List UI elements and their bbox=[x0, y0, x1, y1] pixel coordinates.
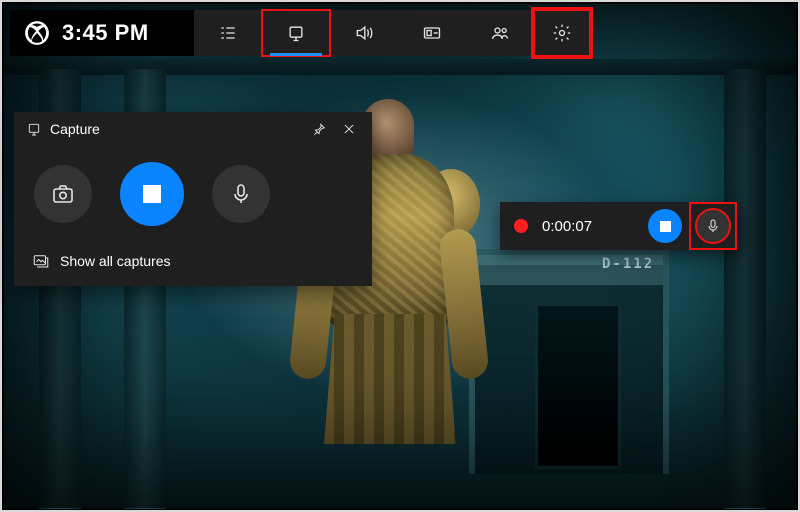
close-button[interactable] bbox=[334, 114, 364, 144]
screen: D-112 3:45 PM bbox=[0, 0, 800, 512]
recording-stop-button[interactable] bbox=[648, 209, 682, 243]
game-bar-topbar: 3:45 PM bbox=[10, 10, 590, 56]
audio-button[interactable] bbox=[330, 10, 398, 56]
show-all-captures-label: Show all captures bbox=[60, 253, 171, 269]
widgets-menu-button[interactable] bbox=[194, 10, 262, 56]
capture-button[interactable] bbox=[262, 10, 330, 56]
show-all-captures-link[interactable]: Show all captures bbox=[14, 246, 372, 286]
xbox-icon bbox=[24, 20, 50, 46]
capture-widget: Capture Show all captures bbox=[14, 112, 372, 286]
recording-status-bar: 0:00:07 bbox=[500, 202, 738, 250]
recording-indicator-icon bbox=[514, 219, 528, 233]
capture-title: Capture bbox=[50, 121, 100, 137]
stop-icon bbox=[143, 185, 161, 203]
capture-body bbox=[14, 146, 372, 246]
microphone-toggle-button[interactable] bbox=[212, 165, 270, 223]
recording-elapsed: 0:00:07 bbox=[542, 218, 634, 235]
stop-recording-button[interactable] bbox=[120, 162, 184, 226]
clock-section: 3:45 PM bbox=[10, 10, 194, 56]
capture-icon bbox=[26, 121, 42, 137]
screenshot-button[interactable] bbox=[34, 165, 92, 223]
performance-button[interactable] bbox=[398, 10, 466, 56]
pin-button[interactable] bbox=[304, 114, 334, 144]
stop-icon bbox=[660, 221, 671, 232]
clock-time: 3:45 PM bbox=[62, 20, 149, 46]
topbar-icons bbox=[194, 10, 590, 56]
capture-header: Capture bbox=[14, 112, 372, 146]
recording-mic-button[interactable] bbox=[696, 209, 730, 243]
settings-button[interactable] bbox=[534, 10, 590, 56]
xbox-social-button[interactable] bbox=[466, 10, 534, 56]
gallery-icon bbox=[32, 252, 50, 270]
